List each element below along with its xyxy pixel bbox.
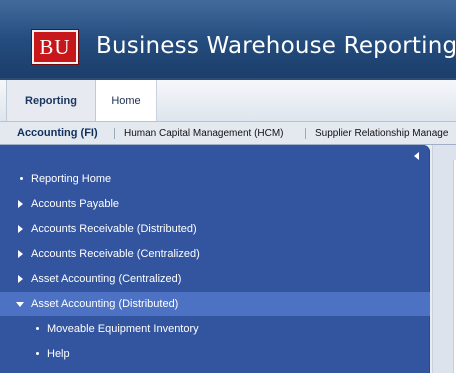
expand-arrow-icon xyxy=(18,250,23,258)
tab-reporting[interactable]: Reporting xyxy=(6,80,96,121)
bullet-icon xyxy=(20,177,23,180)
nav-item-asset-accounting-distributed[interactable]: Asset Accounting (Distributed) xyxy=(0,292,430,316)
expand-arrow-icon xyxy=(18,225,23,233)
collapse-panel-icon[interactable] xyxy=(414,152,419,160)
subnav-accounting-fi[interactable]: Accounting (FI) xyxy=(17,122,98,144)
nav-item-label: Reporting Home xyxy=(31,173,112,185)
logo-text: BU xyxy=(39,34,71,59)
subnav-srm[interactable]: Supplier Relationship Manage xyxy=(315,122,448,144)
expand-arrow-icon xyxy=(18,200,23,208)
nav-item-label: Asset Accounting (Centralized) xyxy=(31,273,182,285)
nav-item-label: Accounts Receivable (Centralized) xyxy=(31,248,200,260)
nav-item-asset-accounting-centralized[interactable]: Asset Accounting (Centralized) xyxy=(0,267,430,291)
nav-item-label: Moveable Equipment Inventory xyxy=(47,323,199,335)
expand-arrow-icon xyxy=(18,275,23,283)
bullet-icon xyxy=(36,352,39,355)
bullet-icon xyxy=(36,327,39,330)
nav-item-accounts-receivable-centralized[interactable]: Accounts Receivable (Centralized) xyxy=(0,242,430,266)
nav-item-reporting-home[interactable]: Reporting Home xyxy=(0,167,430,191)
nav-item-label: Accounts Receivable (Distributed) xyxy=(31,223,197,235)
sub-navigation: Accounting (FI) Human Capital Management… xyxy=(0,122,456,145)
collapse-arrow-icon xyxy=(16,302,24,307)
nav-item-accounts-receivable-distributed[interactable]: Accounts Receivable (Distributed) xyxy=(0,217,430,241)
subnav-divider xyxy=(114,128,115,139)
content-area xyxy=(432,145,456,373)
bu-logo[interactable]: BU xyxy=(31,29,79,65)
nav-item-moveable-equipment-inventory[interactable]: Moveable Equipment Inventory xyxy=(0,317,430,341)
nav-item-label: Help xyxy=(47,348,70,360)
nav-item-label: Accounts Payable xyxy=(31,198,120,210)
nav-item-label: Asset Accounting (Distributed) xyxy=(31,298,179,310)
subnav-hcm[interactable]: Human Capital Management (HCM) xyxy=(124,122,284,144)
top-tab-bar: Reporting Home xyxy=(0,80,456,122)
app-title: Business Warehouse Reporting xyxy=(96,33,456,59)
subnav-divider xyxy=(305,128,306,139)
app-header: BU Business Warehouse Reporting xyxy=(0,0,456,80)
tab-home[interactable]: Home xyxy=(96,80,157,121)
nav-item-accounts-payable[interactable]: Accounts Payable xyxy=(0,192,430,216)
nav-item-help[interactable]: Help xyxy=(0,342,430,366)
